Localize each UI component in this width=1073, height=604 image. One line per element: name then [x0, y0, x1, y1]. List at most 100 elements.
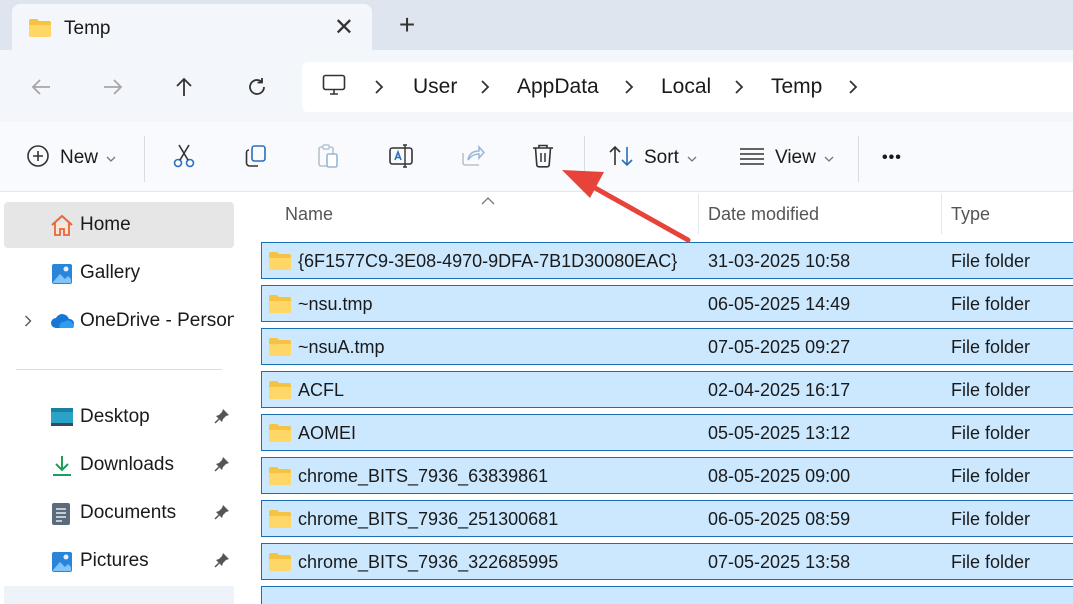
- new-tab-button[interactable]: +: [394, 10, 420, 40]
- address-bar[interactable]: User AppData Local Temp: [302, 62, 1073, 112]
- column-divider[interactable]: [941, 194, 942, 234]
- column-header-name[interactable]: Name: [285, 204, 333, 225]
- sidebar-item-gallery[interactable]: Gallery: [4, 250, 234, 296]
- file-name: AOMEI: [298, 423, 357, 443]
- folder-icon: [268, 380, 292, 405]
- downloads-icon: [50, 454, 74, 478]
- file-date-modified: 05-05-2025 13:12: [708, 423, 851, 443]
- breadcrumb-chevron-icon[interactable]: [374, 80, 384, 99]
- sidebar-label-desktop: Desktop: [80, 406, 150, 427]
- file-row[interactable]: ~nsu.tmp 06-05-2025 14:49 File folder: [261, 285, 1073, 322]
- file-date-modified: 07-05-2025 13:58: [708, 552, 851, 572]
- new-button[interactable]: New: [26, 144, 116, 172]
- copy-icon: [244, 144, 268, 173]
- file-type: File folder: [951, 294, 1031, 314]
- toolbar-separator: [858, 136, 859, 182]
- share-button[interactable]: [460, 144, 486, 172]
- toolbar-separator: [584, 136, 585, 182]
- more-options-icon: •••: [882, 149, 902, 166]
- pin-icon[interactable]: [214, 552, 230, 573]
- breadcrumb-chevron-icon[interactable]: [734, 80, 744, 99]
- breadcrumb-user[interactable]: User: [413, 75, 457, 99]
- pin-icon[interactable]: [214, 408, 230, 429]
- tab-temp[interactable]: Temp ✕: [12, 4, 372, 50]
- sidebar-label-onedrive: OneDrive - Persona: [80, 310, 234, 331]
- sidebar-item-downloads[interactable]: Downloads: [4, 442, 234, 488]
- folder-icon: [268, 337, 292, 362]
- cut-button[interactable]: [172, 144, 196, 172]
- breadcrumb-chevron-icon[interactable]: [480, 80, 490, 99]
- home-icon: [50, 214, 74, 238]
- computer-monitor-icon[interactable]: [322, 74, 346, 101]
- breadcrumb-chevron-icon[interactable]: [624, 80, 634, 99]
- file-date-modified: 08-05-2025 09:00: [708, 466, 851, 486]
- sidebar-item-onedrive[interactable]: OneDrive - Persona: [4, 298, 234, 344]
- chevron-right-icon[interactable]: [24, 314, 32, 332]
- toolbar-separator: [144, 136, 145, 182]
- copy-button[interactable]: [244, 144, 268, 172]
- tab-title: Temp: [64, 18, 111, 39]
- folder-icon: [268, 466, 292, 491]
- desktop-icon: [50, 406, 74, 430]
- file-name: ~nsuA.tmp: [298, 337, 385, 357]
- file-row[interactable]: ACFL 02-04-2025 16:17 File folder: [261, 371, 1073, 408]
- file-row[interactable]: AOMEI 05-05-2025 13:12 File folder: [261, 414, 1073, 451]
- sort-button[interactable]: Sort: [608, 144, 697, 172]
- rename-button[interactable]: [388, 143, 414, 172]
- file-date-modified: 06-05-2025 08:59: [708, 509, 851, 529]
- breadcrumb-temp[interactable]: Temp: [771, 75, 822, 99]
- file-row-partial[interactable]: [261, 586, 1073, 604]
- back-arrow-icon[interactable]: [26, 72, 56, 102]
- sidebar-item-documents[interactable]: Documents: [4, 490, 234, 536]
- folder-icon: [28, 18, 52, 43]
- view-list-icon: [739, 146, 765, 171]
- breadcrumb-appdata[interactable]: AppData: [517, 75, 599, 99]
- chevron-down-icon: [824, 149, 834, 167]
- close-tab-icon[interactable]: ✕: [334, 14, 354, 42]
- view-button[interactable]: View: [739, 144, 834, 172]
- sidebar-label-gallery: Gallery: [80, 262, 141, 283]
- sidebar-label-documents: Documents: [80, 502, 177, 523]
- file-row[interactable]: {6F1577C9-3E08-4970-9DFA-7B1D30080EAC} 31…: [261, 242, 1073, 279]
- folder-icon: [268, 251, 292, 276]
- file-name: ACFL: [298, 380, 345, 400]
- more-options-button[interactable]: •••: [882, 144, 902, 172]
- column-divider[interactable]: [698, 194, 699, 234]
- column-header-date-modified[interactable]: Date modified: [708, 204, 819, 225]
- sidebar-label-home: Home: [80, 214, 131, 235]
- file-date-modified: 02-04-2025 16:17: [708, 380, 851, 400]
- breadcrumb-local[interactable]: Local: [661, 75, 711, 99]
- paste-icon: [316, 143, 340, 174]
- file-row[interactable]: ~nsuA.tmp 07-05-2025 09:27 File folder: [261, 328, 1073, 365]
- sidebar-item-pictures[interactable]: Pictures: [4, 538, 234, 584]
- file-name: chrome_BITS_7936_63839861: [298, 466, 549, 486]
- delete-button[interactable]: [531, 144, 555, 172]
- file-row[interactable]: chrome_BITS_7936_251300681 06-05-2025 08:…: [261, 500, 1073, 537]
- documents-icon: [50, 502, 74, 526]
- sort-ascending-icon: [481, 192, 495, 210]
- file-type: File folder: [951, 337, 1031, 357]
- paste-button[interactable]: [316, 143, 340, 174]
- forward-arrow-icon[interactable]: [98, 72, 128, 102]
- view-label: View: [775, 147, 816, 168]
- file-row[interactable]: chrome_BITS_7936_63839861 08-05-2025 09:0…: [261, 457, 1073, 494]
- sidebar-label-downloads: Downloads: [80, 454, 174, 475]
- sidebar-item-home[interactable]: Home: [4, 202, 234, 248]
- file-row[interactable]: chrome_BITS_7936_322685995 07-05-2025 13:…: [261, 543, 1073, 580]
- column-header-type[interactable]: Type: [951, 204, 990, 225]
- up-arrow-icon[interactable]: [169, 72, 199, 102]
- gallery-icon: [50, 262, 74, 286]
- navigation-bar: User AppData Local Temp: [0, 50, 1073, 122]
- breadcrumb-chevron-icon[interactable]: [848, 80, 858, 99]
- pin-icon[interactable]: [214, 504, 230, 525]
- sidebar-item-desktop[interactable]: Desktop: [4, 394, 234, 440]
- sidebar-divider: [16, 369, 222, 370]
- onedrive-cloud-icon: [50, 310, 75, 334]
- navigation-pane: Home Gallery OneDrive - Persona Desktop …: [0, 192, 245, 604]
- sidebar-item-partial[interactable]: [4, 586, 234, 604]
- delete-icon: [531, 143, 555, 174]
- refresh-icon[interactable]: [242, 72, 272, 102]
- pin-icon[interactable]: [214, 456, 230, 477]
- file-type: File folder: [951, 423, 1031, 443]
- file-type: File folder: [951, 251, 1031, 271]
